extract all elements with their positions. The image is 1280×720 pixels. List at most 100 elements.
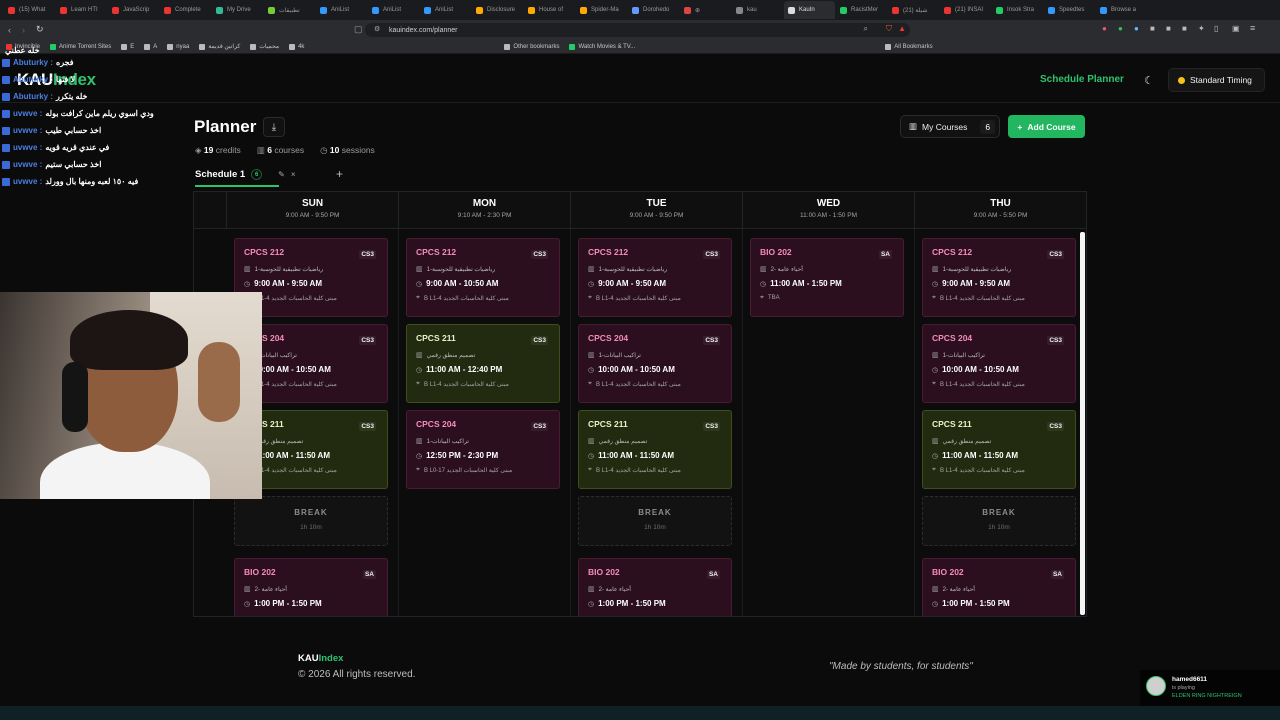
browser-tab[interactable]: Complete [160, 1, 211, 19]
add-course-button[interactable]: + Add Course [1008, 115, 1085, 138]
stream-chat-overlay: خله عطني Abuturky : فجره Abuturky : لا فتها A… [0, 44, 165, 200]
bookmark-item[interactable]: nyaa [167, 43, 189, 50]
browser-tab[interactable]: AniList [368, 1, 419, 19]
book-icon: ▥ [244, 266, 251, 273]
browser-tab[interactable]: تطبيقات [264, 1, 315, 19]
browser-tab[interactable]: Insok Stra [992, 1, 1043, 19]
my-courses-button[interactable]: ▥ My Courses 6 [900, 115, 1000, 138]
address-bar[interactable]: ⚙ kauindex.com/planner ⌕ ⛉ ▲ [365, 23, 910, 37]
browser-tab[interactable]: kau [732, 1, 783, 19]
browser-tab[interactable]: Disclosure [472, 1, 523, 19]
brave-shield-icon[interactable]: ⛉ [886, 24, 892, 34]
course-code: BIO 202 [244, 567, 276, 577]
course-card[interactable]: CPCS 212 CS3 ▥ رياضيات تطبيقية للحوسبة-1 ◷ 9:… [406, 238, 560, 317]
extension-icon[interactable]: ● [1102, 24, 1107, 33]
course-tag: CS3 [703, 250, 720, 259]
tab-favicon-icon [736, 6, 743, 14]
reload-icon[interactable]: ↻ [36, 24, 44, 35]
bookmark-item[interactable]: 4k [289, 43, 304, 50]
browser-tab[interactable]: ⊕ [680, 1, 731, 19]
standard-timing-button[interactable]: Standard Timing [1168, 68, 1265, 92]
course-name: أحياء عامة -2 [598, 586, 631, 593]
browser-tab[interactable]: RacistMer [836, 1, 887, 19]
zoom-icon[interactable]: ⌕ [864, 24, 868, 34]
tab-favicon-icon [268, 6, 275, 14]
tab-favicon-icon [60, 6, 67, 14]
course-card[interactable]: CPCS 204CS3▥تراكيب البيانات-1◷10:00 AM -… [922, 324, 1076, 403]
extension-icon[interactable]: ■ [1182, 24, 1187, 33]
course-card[interactable]: CPCS 212 CS3 ▥ رياضيات تطبيقية للحوسبة-1 ◷ 9:… [578, 238, 732, 317]
browser-tab[interactable]: My Drive [212, 1, 263, 19]
course-card[interactable]: CPCS 211CS3▥تصميم منطق رقمي◷11:00 AM - 1… [922, 410, 1076, 489]
bookmark-icon [289, 43, 296, 50]
sessions-value: 10 [329, 145, 340, 155]
browser-tab[interactable]: Spider-Ma [576, 1, 627, 19]
download-icon[interactable]: ⤓ [263, 117, 285, 137]
course-card[interactable]: BIO 202 SA ▥ أحياء عامة -2 ◷ 1:00 PM - 1:50 P… [922, 558, 1076, 616]
add-schedule-icon[interactable]: + [336, 167, 343, 181]
extension-icon[interactable]: ■ [1150, 24, 1155, 33]
course-card[interactable]: BIO 202 SA ▥ أحياء عامة -2 ◷ 1:00 PM - 1:50 P… [578, 558, 732, 616]
course-room-row: ⌖B L1-4 مبنى كلية الحاسبات الجديد [932, 466, 1066, 474]
browser-tab[interactable]: House of [524, 1, 575, 19]
footer-logo[interactable]: KAUIndex [298, 653, 343, 664]
browser-tab[interactable]: KauIn [784, 1, 835, 19]
browser-tab[interactable]: Dorohedo [628, 1, 679, 19]
tab-schedule-1[interactable]: Schedule 1 6 ✎ × [195, 165, 296, 184]
course-card[interactable]: BIO 202 SA ▥ أحياء عامة -2 ◷ 1:00 PM - 1:50 P… [234, 558, 388, 616]
course-card[interactable]: CPCS 204 CS3 ▥ تراكيب البيانات-1 ◷ 12:50 PM -… [406, 410, 560, 489]
chat-badge-icon [2, 75, 10, 84]
browser-tab[interactable]: (15) What [4, 1, 55, 19]
chat-text: ودي اسوي ريلم ماين كرافت بوله [45, 109, 154, 118]
browser-tab[interactable]: AniList [420, 1, 471, 19]
course-code: BIO 202 [588, 567, 620, 577]
edit-icon[interactable]: ✎ [278, 170, 285, 179]
back-icon[interactable]: ‹ [8, 25, 11, 35]
course-card[interactable]: CPCS 211CS3▥تصميم منطق رقمي◷11:00 AM - 1… [578, 410, 732, 489]
chat-username: Abuturky : [13, 58, 53, 67]
site-info-icon[interactable]: ⚙ [374, 25, 380, 33]
chat-message: Abuturky : خله يتكرر [2, 92, 87, 101]
menu-icon[interactable]: ≡ [1250, 23, 1255, 33]
bookmark-item[interactable]: Watch Movies & TV... [569, 43, 635, 50]
chat-text: اخذ حسابي ستيم [45, 160, 102, 169]
browser-tab[interactable]: JavaScrip [108, 1, 159, 19]
course-name-row: ▥تراكيب البيانات-1 [588, 351, 722, 359]
extension-icon[interactable]: ■ [1166, 24, 1171, 33]
course-time: 1:00 PM - 1:50 PM [942, 599, 1010, 608]
location-icon: ⌖ [588, 380, 592, 387]
bookmark-item[interactable]: All Bookmarks [885, 43, 933, 50]
rewards-icon[interactable]: ▲ [898, 24, 906, 33]
bookmark-item[interactable]: محميات [250, 43, 279, 50]
courses-label: courses [274, 145, 305, 155]
now-playing-notification: hamed6611 is playing ELDEN RING NIGHTREI… [1140, 670, 1280, 706]
sidebar-icon[interactable]: ▯ [1214, 24, 1218, 33]
grid-scrollbar[interactable] [1080, 232, 1085, 615]
forward-icon[interactable]: › [22, 25, 25, 35]
vpn-icon[interactable]: ● [1118, 24, 1123, 33]
extension-icon[interactable]: ● [1134, 24, 1139, 33]
course-card[interactable]: CPCS 204CS3▥تراكيب البيانات-1◷10:00 AM -… [578, 324, 732, 403]
course-time-row: ◷10:00 AM - 10:50 AM [932, 365, 1066, 374]
course-code: CPCS 204 [416, 419, 457, 429]
browser-tab[interactable]: (21) شيلة [888, 1, 939, 19]
close-icon[interactable]: × [291, 170, 296, 179]
course-card[interactable]: CPCS 211CS3▥تصميم منطق رقمي◷11:00 AM - 1… [406, 324, 560, 403]
theme-toggle-icon[interactable]: ☾ [1140, 71, 1158, 89]
course-card[interactable]: CPCS 212 CS3 ▥ رياضيات تطبيقية للحوسبة-1 ◷ 9:… [922, 238, 1076, 317]
schedule-planner-link[interactable]: Schedule Planner [1040, 74, 1124, 85]
browser-tab[interactable]: AniList [316, 1, 367, 19]
bookmark-page-icon[interactable]: ▢ [354, 24, 363, 35]
bookmark-item[interactable]: Other bookmarks [504, 43, 559, 50]
puzzle-icon[interactable]: ✦ [1198, 24, 1205, 33]
browser-tab[interactable]: (21) INSAI [940, 1, 991, 19]
course-room-row: ⌖B L1-4 مبنى كلية الحاسبات الجديد [244, 466, 378, 474]
browser-tab[interactable]: Browse a [1096, 1, 1147, 19]
wallet-icon[interactable]: ▣ [1232, 24, 1240, 33]
course-time-row: ◷ 1:00 PM - 1:50 PM [244, 599, 378, 608]
course-card[interactable]: BIO 202 SA ▥ أحياء عامة -2 ◷ 11:00 AM - 1:50 … [750, 238, 904, 317]
browser-tab[interactable]: Speedtes [1044, 1, 1095, 19]
browser-tab[interactable]: Learn HTI [56, 1, 107, 19]
day-name: MON [472, 198, 497, 209]
bookmark-item[interactable]: كراتين قديمة [199, 43, 240, 50]
